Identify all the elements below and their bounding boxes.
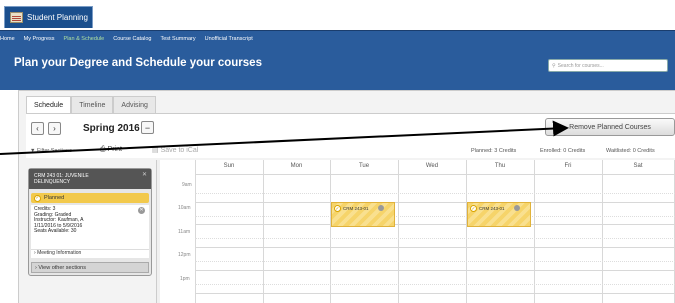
check-icon: ✓ [34,194,41,202]
chevron-right-icon: › [53,124,56,133]
status-badge: ✓ Planned [31,193,149,203]
previous-term-button[interactable]: ‹ [31,122,44,135]
search-placeholder: Search for courses... [557,62,604,69]
day-header-fri: Fri [564,163,572,169]
remove-planned-courses-button[interactable]: Remove Planned Courses [545,118,675,136]
nav-test-summary[interactable]: Test Summary [160,36,195,42]
day-header-sat: Sat [633,163,643,169]
tab-advising[interactable]: Advising [113,96,156,114]
course-details: ✕ Credits: 3 Grading: Graded Instructor:… [31,205,149,249]
day-header-wed: Wed [425,163,439,169]
page-title: Plan your Degree and Schedule your cours… [14,57,262,69]
day-header-thu: Thu [494,163,506,169]
time-label: 12pm [178,252,191,258]
view-other-sections-button[interactable]: › View other sections [31,262,149,273]
meeting-info-label: Meeting Information [37,250,82,256]
remove-course-button[interactable]: ✕ [138,207,145,214]
main-navigation: Home My Progress Plan & Schedule Course … [0,30,675,46]
enrolled-credits: Enrolled: 0 Credits [540,148,586,154]
remove-event-icon[interactable] [378,205,384,211]
save-ical-button[interactable]: ▤ Save to iCal [152,146,198,154]
nav-my-progress[interactable]: My Progress [24,36,55,42]
waitlisted-credits: Waitlisted: 0 Credits [606,148,655,154]
seats-available: Seats Available: 30 [34,228,77,234]
student-planning-window: Student Planning Home My Progress Plan &… [0,0,675,303]
search-icon: ⚲ [552,62,556,69]
remove-term-button[interactable]: − [141,121,154,134]
weekly-calendar: Sun Mon Tue Wed Thu Fri Sat 9am 10am 11a… [160,160,675,303]
time-label: 10am [178,205,191,211]
course-card-header: CRM 243 01: JUVENILE DELINQUENCY ✕ [29,169,151,189]
filter-sections-label: Filter Sections [36,148,72,154]
close-icon[interactable]: ✕ [142,172,147,178]
schedule-toolbar: ▼ Filter Sections › ⎙ Print ▤ Save to iC… [26,144,675,158]
app-title-button[interactable]: Student Planning [4,6,93,28]
view-other-label: View other sections [38,265,86,271]
printer-icon: ⎙ [100,146,108,153]
calendar-event-thu[interactable]: ✓ CRM 243-01 [467,202,531,227]
day-header-mon: Mon [290,163,303,169]
next-term-button[interactable]: › [48,122,61,135]
event-label: CRM 243-01 [343,206,369,211]
status-label: Planned [44,195,65,201]
save-ical-label: Save to iCal [160,147,199,154]
course-search-input[interactable]: ⚲ Search for courses... [548,59,668,72]
term-name: Spring 2016 [83,123,140,134]
page-header: Plan your Degree and Schedule your cours… [0,46,675,90]
top-bar [0,0,675,30]
calendar-event-tue[interactable]: ✓ CRM 243-01 [331,202,395,227]
time-label: 1pm [180,276,190,282]
tab-timeline[interactable]: Timeline [71,96,114,114]
nav-home[interactable]: Home [0,36,15,42]
nav-plan-schedule[interactable]: Plan & Schedule [64,36,105,42]
calendar-icon [10,12,23,23]
tab-schedule[interactable]: Schedule [26,96,72,114]
planned-credits: Planned: 3 Credits [471,148,517,154]
time-label: 9am [182,182,192,188]
filter-icon: ▼ [30,148,37,154]
print-button[interactable]: ⎙ Print [100,146,122,154]
event-label: CRM 243-01 [479,206,505,211]
remove-event-icon[interactable] [514,205,520,211]
plan-tabs: Schedule Timeline Advising [26,96,156,114]
app-title: Student Planning [27,13,88,22]
course-title-line2: DELINQUENCY [34,179,71,185]
check-icon: ✓ [334,205,341,212]
chevron-left-icon: ‹ [36,124,39,133]
day-header-sun: Sun [223,163,235,169]
calendar-export-icon: ▤ [152,147,161,154]
nav-unofficial-transcript[interactable]: Unofficial Transcript [205,36,253,42]
check-icon: ✓ [470,205,477,212]
meeting-information-toggle[interactable]: › Meeting Information [31,249,149,258]
filter-sections-button[interactable]: ▼ Filter Sections › [30,148,75,154]
course-card: CRM 243 01: JUVENILE DELINQUENCY ✕ ✓ Pla… [28,168,152,276]
day-header-tue: Tue [358,163,370,169]
time-label: 11am [178,229,191,235]
nav-course-catalog[interactable]: Course Catalog [113,36,151,42]
print-label: Print [107,146,122,153]
